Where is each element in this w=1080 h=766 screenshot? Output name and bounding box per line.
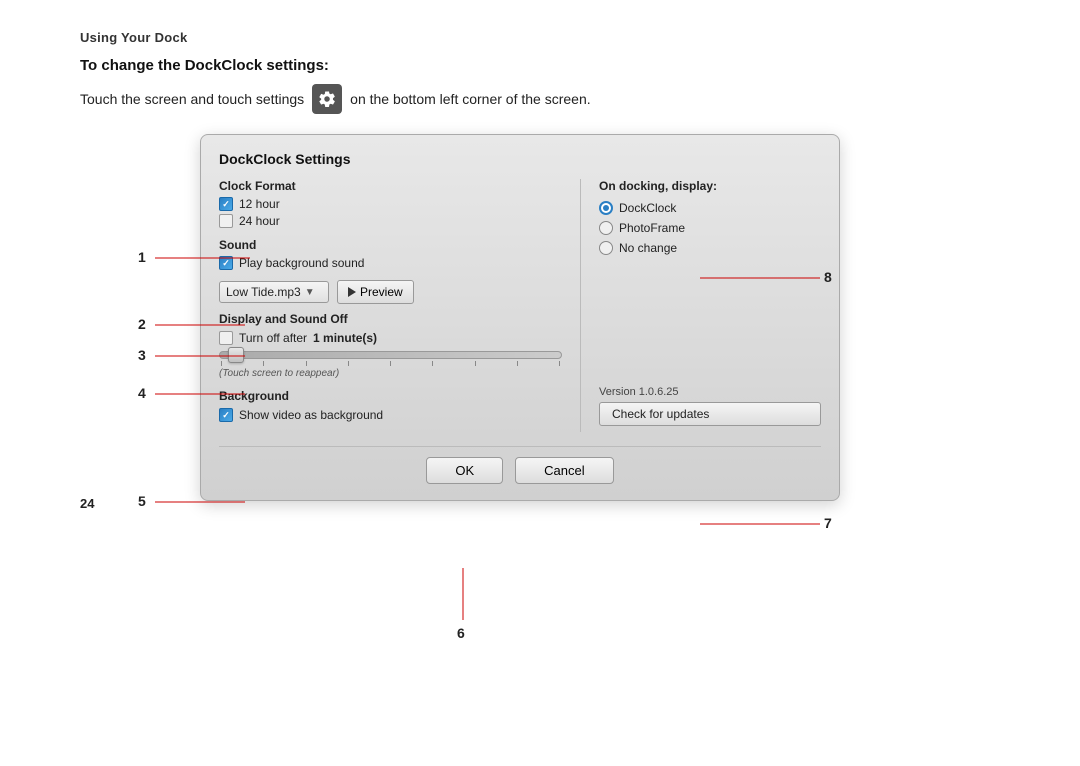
sound-group: Sound Play background sound	[219, 238, 562, 270]
tick-6	[432, 361, 433, 366]
clock-12h-checkbox[interactable]	[219, 197, 233, 211]
turn-off-row: Turn off after 1 minute(s)	[219, 331, 562, 345]
tick-3	[306, 361, 307, 366]
clock-24h-label: 24 hour	[239, 214, 280, 228]
sound-file-name: Low Tide.mp3	[226, 285, 301, 299]
radio-no-change-label: No change	[619, 241, 677, 255]
tick-2	[263, 361, 264, 366]
preview-label: Preview	[360, 285, 403, 299]
tick-5	[390, 361, 391, 366]
slider-ticks	[219, 361, 562, 366]
version-text: Version 1.0.6.25	[599, 386, 821, 398]
right-panel-bottom: Version 1.0.6.25 Check for updates	[599, 261, 821, 432]
clock-24h-row[interactable]: 24 hour	[219, 214, 562, 228]
play-bg-sound-row[interactable]: Play background sound	[219, 256, 562, 270]
intro-text-before: Touch the screen and touch settings	[80, 91, 304, 107]
section-title: Using Your Dock	[80, 30, 1000, 45]
radio-no-change-row[interactable]: No change	[599, 241, 821, 255]
background-group: Background Show video as background	[219, 389, 562, 422]
clock-format-label: Clock Format	[219, 179, 562, 193]
radio-no-change[interactable]	[599, 241, 613, 255]
gear-icon	[312, 84, 342, 114]
background-label: Background	[219, 389, 562, 403]
on-docking-label: On docking, display:	[599, 179, 821, 193]
tick-7	[475, 361, 476, 366]
display-sound-off-label: Display and Sound Off	[219, 312, 562, 326]
slider-container: (Touch screen to reappear)	[219, 351, 562, 379]
dialog-title: DockClock Settings	[219, 151, 821, 167]
clock-24h-checkbox[interactable]	[219, 214, 233, 228]
intro-line: Touch the screen and touch settings on t…	[80, 84, 1000, 114]
check-updates-button[interactable]: Check for updates	[599, 402, 821, 426]
dockclock-settings-dialog: DockClock Settings Clock Format 12 hour …	[200, 134, 840, 501]
clock-format-group: Clock Format 12 hour 24 hour	[219, 179, 562, 228]
dialog-footer: OK Cancel	[219, 446, 821, 484]
tick-9	[559, 361, 560, 366]
slider-thumb[interactable]	[228, 347, 244, 363]
radio-dockclock[interactable]	[599, 201, 613, 215]
tick-4	[348, 361, 349, 366]
show-video-row[interactable]: Show video as background	[219, 408, 562, 422]
intro-after-text: on the bottom left corner of the screen.	[350, 91, 590, 107]
clock-12h-row[interactable]: 12 hour	[219, 197, 562, 211]
radio-photoframe-row[interactable]: PhotoFrame	[599, 221, 821, 235]
play-bg-sound-checkbox[interactable]	[219, 256, 233, 270]
left-panel: Clock Format 12 hour 24 hour Sound	[219, 179, 581, 432]
play-bg-sound-label: Play background sound	[239, 256, 364, 270]
turn-off-checkbox[interactable]	[219, 331, 233, 345]
page-number: 24	[80, 496, 94, 511]
preview-button[interactable]: Preview	[337, 280, 414, 304]
slider-track[interactable]	[219, 351, 562, 359]
radio-dockclock-label: DockClock	[619, 201, 676, 215]
radio-photoframe-label: PhotoFrame	[619, 221, 685, 235]
right-panel: On docking, display: DockClock PhotoFram…	[581, 179, 821, 432]
radio-photoframe[interactable]	[599, 221, 613, 235]
dropdown-arrow-icon: ▼	[305, 287, 315, 298]
sound-label: Sound	[219, 238, 562, 252]
turn-off-duration: 1 minute(s)	[313, 331, 377, 345]
radio-dockclock-row[interactable]: DockClock	[599, 201, 821, 215]
show-video-label: Show video as background	[239, 408, 383, 422]
clock-12h-label: 12 hour	[239, 197, 280, 211]
ok-button[interactable]: OK	[426, 457, 503, 484]
sound-file-dropdown[interactable]: Low Tide.mp3 ▼	[219, 281, 329, 303]
page-heading: To change the DockClock settings:	[80, 57, 1000, 74]
dialog-body: Clock Format 12 hour 24 hour Sound	[219, 179, 821, 432]
play-icon	[348, 287, 356, 297]
slider-hint-text: (Touch screen to reappear)	[219, 368, 562, 379]
tick-8	[517, 361, 518, 366]
display-sound-off-group: Display and Sound Off Turn off after 1 m…	[219, 312, 562, 379]
cancel-button[interactable]: Cancel	[515, 457, 613, 484]
show-video-checkbox[interactable]	[219, 408, 233, 422]
svg-text:6: 6	[457, 625, 465, 641]
tick-1	[221, 361, 222, 366]
sound-file-row: Low Tide.mp3 ▼ Preview	[219, 280, 562, 304]
turn-off-text-before: Turn off after	[239, 331, 307, 345]
